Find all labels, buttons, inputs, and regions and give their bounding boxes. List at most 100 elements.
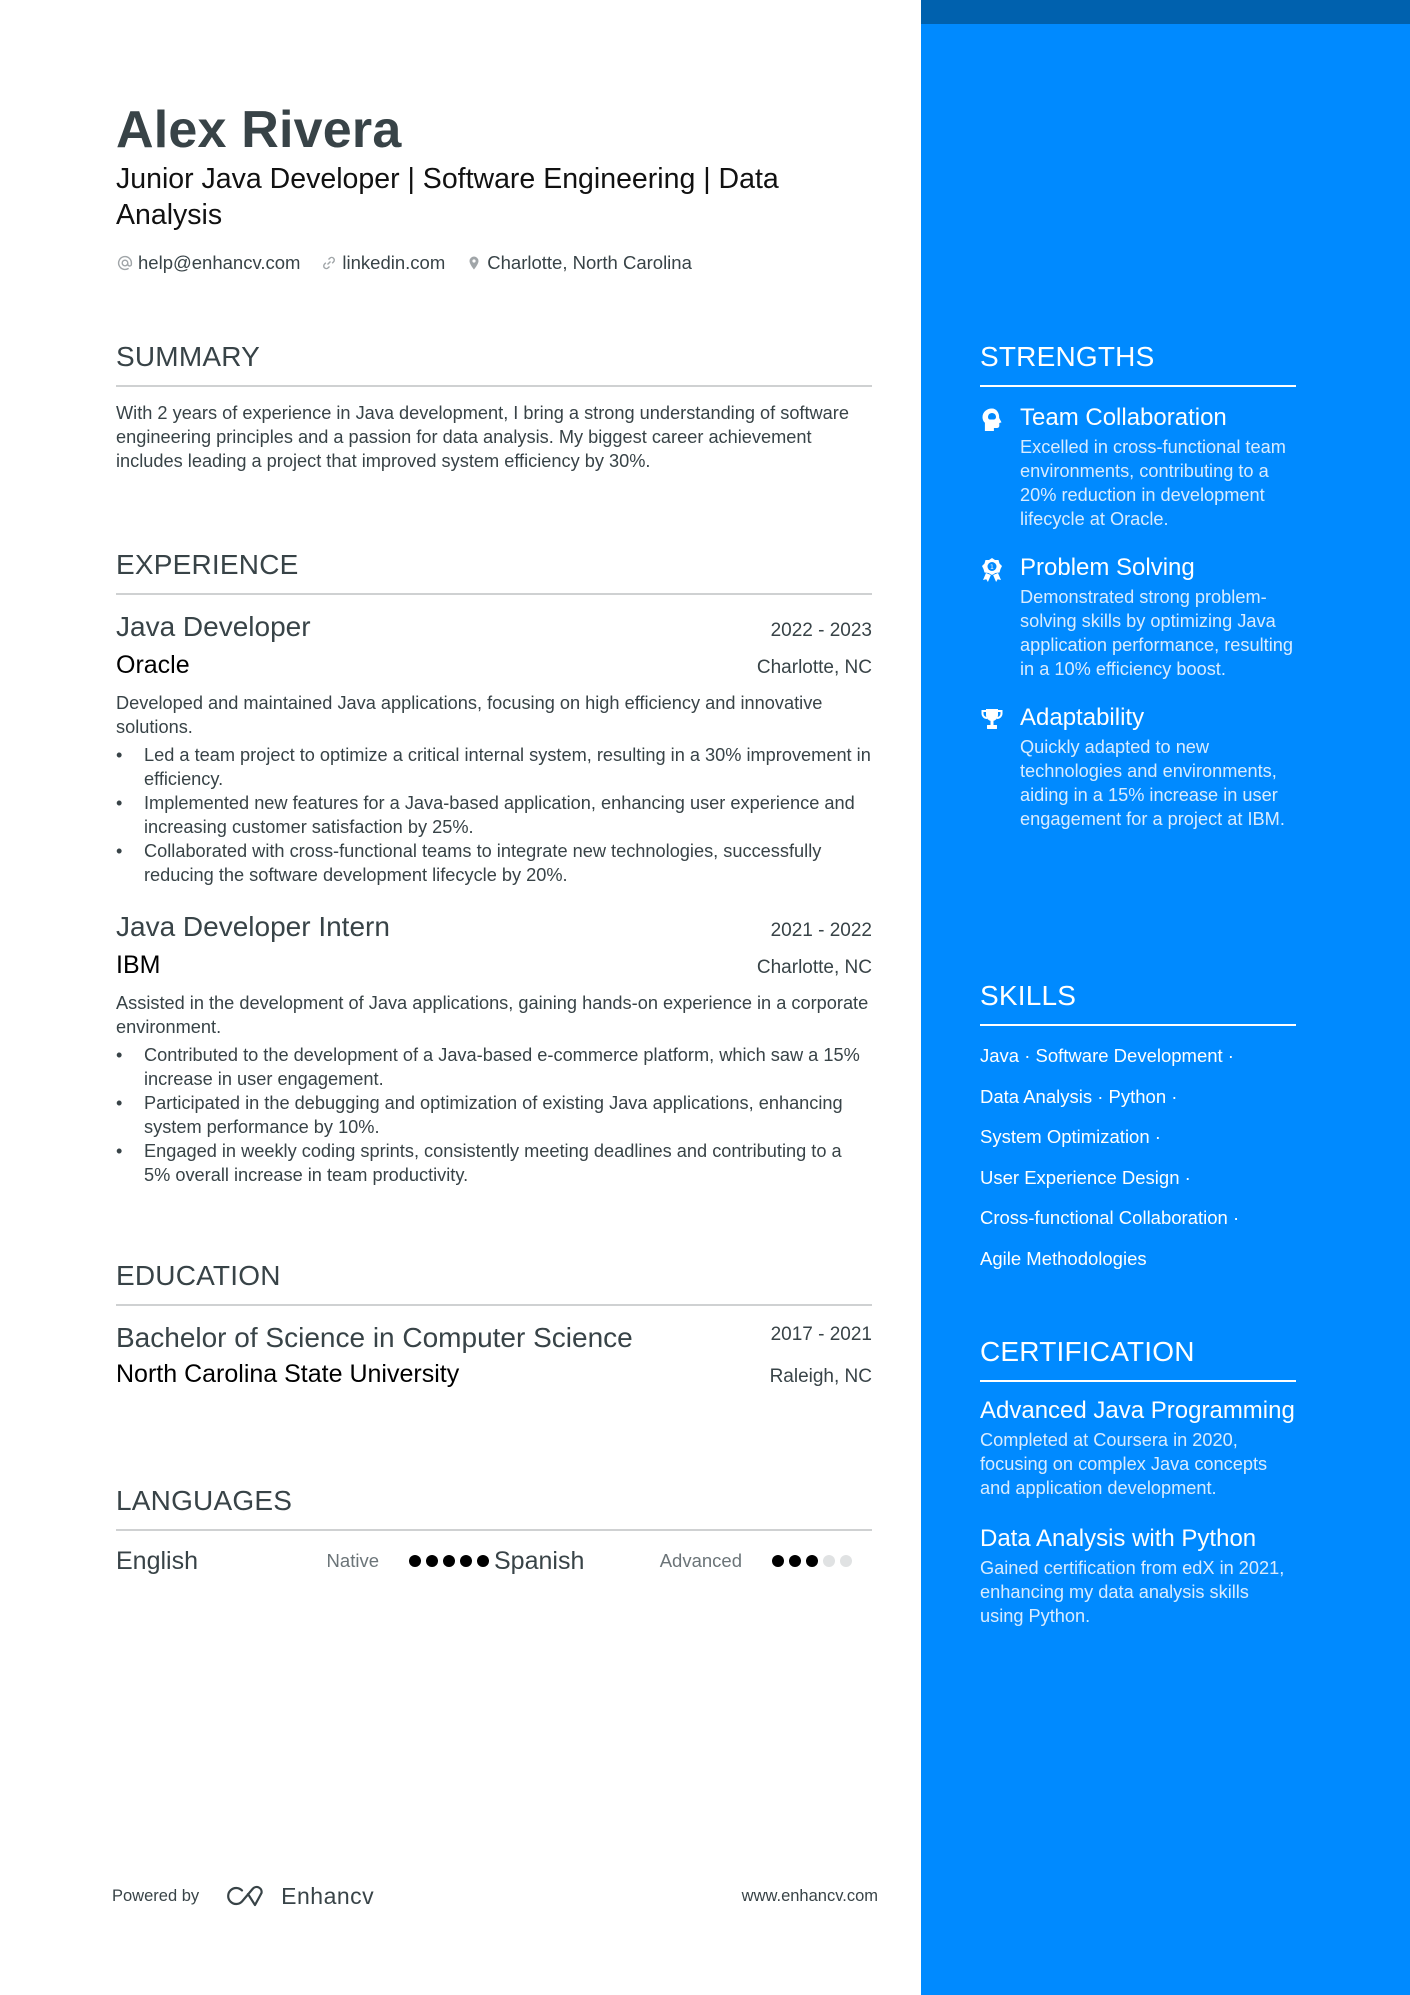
award-ribbon-icon: 1 <box>980 553 1020 681</box>
location-pin-icon <box>465 254 483 272</box>
section-title-strengths: STRENGTHS <box>980 341 1155 372</box>
resume-header: Alex Rivera Junior Java Developer | Soft… <box>116 100 872 277</box>
job-dates: 2022 - 2023 <box>770 620 872 641</box>
school-location: Raleigh, NC <box>769 1366 872 1387</box>
section-divider <box>116 1304 872 1306</box>
skill-line: User Experience Design · <box>980 1166 1191 1188</box>
trophy-icon <box>980 703 1020 831</box>
achievement-list: Led a team project to optimize a critica… <box>116 743 872 887</box>
section-divider <box>116 385 872 387</box>
education-dates: 2017 - 2021 <box>770 1324 872 1345</box>
main-column: Alex Rivera Junior Java Developer | Soft… <box>0 0 921 1995</box>
job-title: Java Developer Intern <box>116 911 390 942</box>
head-brain-icon <box>980 403 1020 531</box>
location-text: Charlotte, North Carolina <box>487 252 692 273</box>
proficiency-dots <box>409 1555 494 1567</box>
skill-line: System Optimization · <box>980 1126 1161 1147</box>
proficiency-dot-filled <box>443 1555 455 1567</box>
language-name: English <box>116 1546 198 1575</box>
job-description: Developed and maintained Java applicatio… <box>116 693 823 737</box>
language-list: English Native Spanish Advanced <box>116 1543 872 1579</box>
language-level: Advanced <box>659 1550 742 1571</box>
skill-line: Data Analysis · Python · <box>980 1085 1178 1107</box>
company-name: Oracle <box>116 651 190 679</box>
proficiency-dot-filled <box>477 1555 489 1567</box>
proficiency-dot-filled <box>409 1555 421 1567</box>
skills-list: Java · Software Development · Data Analy… <box>980 1036 1296 1279</box>
contact-list: help@enhancv.com linkedin.com Charlotte,… <box>116 249 872 277</box>
skill-line: Java · Software Development · <box>980 1045 1234 1066</box>
powered-by-label: Powered by <box>112 1886 200 1905</box>
languages-section: LANGUAGES English Native Spanish Advance… <box>116 1483 872 1579</box>
strength-description: Quickly adapted to new technologies and … <box>1020 737 1285 829</box>
certification-title: Data Analysis with Python <box>980 1525 1257 1552</box>
education-section: EDUCATION Bachelor of Science in Compute… <box>116 1258 872 1390</box>
job-dates: 2021 - 2022 <box>770 920 872 941</box>
section-title-experience: EXPERIENCE <box>116 549 299 580</box>
proficiency-dot-filled <box>460 1555 472 1567</box>
proficiency-dot-empty <box>823 1555 835 1567</box>
linkedin-text: linkedin.com <box>342 252 446 273</box>
section-title-skills: SKILLS <box>980 980 1077 1011</box>
section-divider <box>980 1380 1296 1382</box>
strength-description: Excelled in cross-functional team enviro… <box>1020 437 1286 529</box>
experience-entry: Java Developer Intern 2021 - 2022 IBM Ch… <box>116 909 872 1187</box>
language-level: Native <box>326 1550 379 1571</box>
candidate-headline: Junior Java Developer | Software Enginee… <box>116 163 779 231</box>
section-title-summary: SUMMARY <box>116 341 261 372</box>
enhancv-logo[interactable]: Enhancv <box>225 1883 374 1910</box>
achievement-list: Contributed to the development of a Java… <box>116 1043 872 1187</box>
strength-description: Demonstrated strong problem-solving skil… <box>1020 587 1293 679</box>
achievement-item: Contributed to the development of a Java… <box>116 1043 872 1091</box>
strength-title: Problem Solving <box>1020 554 1195 581</box>
section-divider <box>116 593 872 595</box>
job-location: Charlotte, NC <box>756 657 872 678</box>
section-divider <box>980 385 1296 387</box>
achievement-item: Participated in the debugging and optimi… <box>116 1091 872 1139</box>
proficiency-dot-filled <box>789 1555 801 1567</box>
proficiency-dot-empty <box>840 1555 852 1567</box>
language-name: Spanish <box>494 1546 585 1575</box>
sidebar: STRENGTHS Team Collaboration Excelled in… <box>921 0 1410 1995</box>
skill-line: Cross-functional Collaboration · <box>980 1207 1240 1228</box>
website-link[interactable]: www.enhancv.com <box>742 1887 878 1906</box>
sidebar-top-strip <box>921 0 1410 24</box>
proficiency-dots <box>772 1555 857 1567</box>
contact-email[interactable]: help@enhancv.com <box>116 252 300 274</box>
strength-item: Adaptability Quickly adapted to new tech… <box>980 703 1296 831</box>
skills-section: SKILLS Java · Software Development · Dat… <box>980 978 1296 1279</box>
degree-title: Bachelor of Science in Computer Science <box>116 1322 633 1353</box>
section-title-certification: CERTIFICATION <box>980 1336 1195 1367</box>
contact-location: Charlotte, North Carolina <box>465 252 692 274</box>
achievement-item: Collaborated with cross-functional teams… <box>116 839 872 887</box>
strength-item: Team Collaboration Excelled in cross-fun… <box>980 403 1296 531</box>
education-entry: Bachelor of Science in Computer Science … <box>116 1320 872 1390</box>
experience-entry: Java Developer 2022 - 2023 Oracle Charlo… <box>116 609 872 887</box>
strengths-section: STRENGTHS Team Collaboration Excelled in… <box>980 339 1296 831</box>
link-icon <box>320 254 338 272</box>
job-title: Java Developer <box>116 611 311 642</box>
enhancv-logo-icon <box>227 1885 263 1907</box>
achievement-item: Engaged in weekly coding sprints, consis… <box>116 1139 872 1187</box>
job-description: Assisted in the development of Java appl… <box>116 993 869 1037</box>
language-item: English Native <box>116 1547 494 1576</box>
svg-text:1: 1 <box>990 563 994 571</box>
certification-description: Gained certification from edX in 2021, e… <box>980 1558 1285 1626</box>
school-name: North Carolina State University <box>116 1360 460 1388</box>
section-title-education: EDUCATION <box>116 1260 281 1291</box>
certification-title: Advanced Java Programming <box>980 1397 1295 1424</box>
proficiency-dot-filled <box>806 1555 818 1567</box>
section-divider <box>980 1024 1296 1026</box>
certification-item: Data Analysis with Python Gained certifi… <box>980 1524 1296 1628</box>
strength-title: Team Collaboration <box>1020 404 1227 431</box>
certification-item: Advanced Java Programming Completed at C… <box>980 1396 1296 1500</box>
proficiency-dot-filled <box>426 1555 438 1567</box>
candidate-name: Alex Rivera <box>116 101 402 159</box>
footer: Powered by Enhancv www.enhancv.com <box>112 1880 878 1912</box>
contact-linkedin[interactable]: linkedin.com <box>320 252 445 274</box>
certification-section: CERTIFICATION Advanced Java Programming … <box>980 1334 1296 1628</box>
skill-line: Agile Methodologies <box>980 1247 1147 1269</box>
summary-text: With 2 years of experience in Java devel… <box>116 403 849 471</box>
brand-name: Enhancv <box>281 1882 375 1909</box>
email-text: help@enhancv.com <box>138 252 301 273</box>
